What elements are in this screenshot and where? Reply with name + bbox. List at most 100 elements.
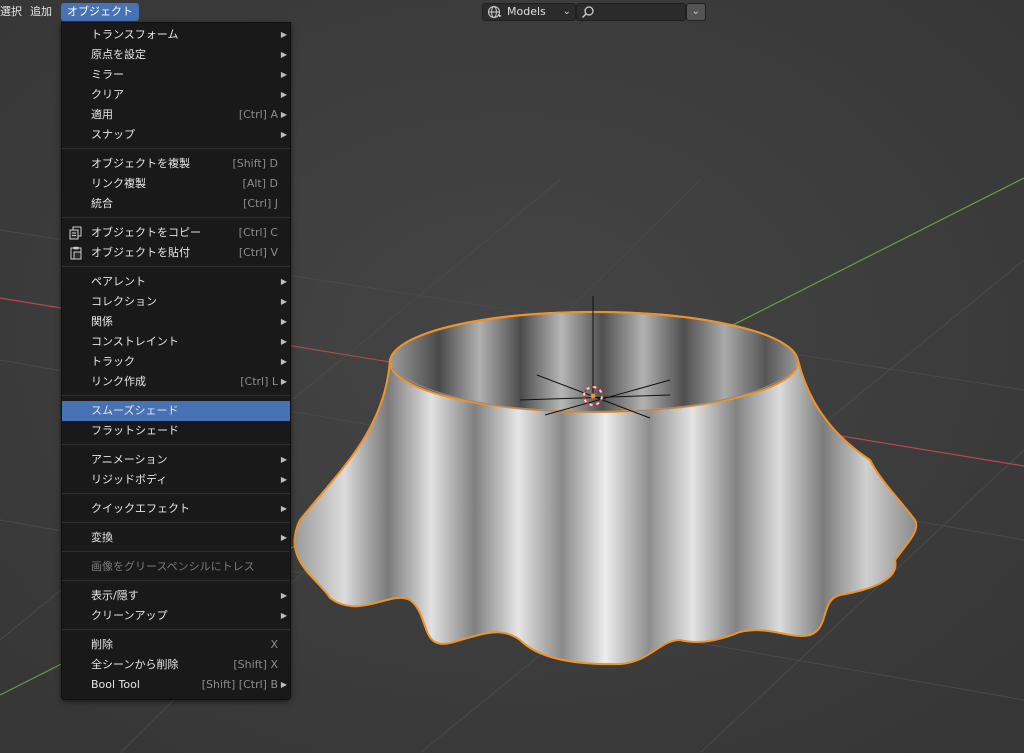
menu-item[interactable]: ペアレント ▶ bbox=[62, 272, 290, 292]
menu-item-label: トランスフォーム bbox=[91, 28, 179, 41]
menu-separator bbox=[62, 148, 290, 149]
menu-item-label: Bool Tool bbox=[91, 678, 140, 691]
menu-separator bbox=[62, 629, 290, 630]
menu-item-shortcut: X bbox=[270, 638, 278, 651]
submenu-arrow-icon: ▶ bbox=[280, 277, 287, 286]
menu-item-label: コレクション bbox=[91, 295, 157, 308]
submenu-arrow-icon: ▶ bbox=[280, 591, 287, 600]
submenu-arrow-icon: ▶ bbox=[280, 337, 287, 346]
menu-separator bbox=[62, 493, 290, 494]
submenu-arrow-icon: ▶ bbox=[280, 611, 287, 620]
menu-item[interactable]: Bool Tool [Shift] [Ctrl] B ▶ bbox=[62, 675, 290, 695]
menu-item-shortcut: [Shift] [Ctrl] B bbox=[201, 678, 278, 691]
menu-separator bbox=[62, 395, 290, 396]
menu-item-label: コンストレイント bbox=[91, 335, 179, 348]
menu-item-label: ペアレント bbox=[91, 275, 146, 288]
menu-item-label: 削除 bbox=[91, 638, 113, 651]
menu-item[interactable]: リジッドボディ ▶ bbox=[62, 470, 290, 490]
menu-item[interactable]: トラック ▶ bbox=[62, 352, 290, 372]
menu-item-label: 適用 bbox=[91, 108, 113, 121]
menu-item[interactable]: アニメーション ▶ bbox=[62, 450, 290, 470]
menu-item[interactable]: 変換 ▶ bbox=[62, 528, 290, 548]
menu-item-label: オブジェクトをコピー bbox=[91, 226, 201, 239]
submenu-arrow-icon: ▶ bbox=[280, 90, 287, 99]
menu-item-label: スナップ bbox=[91, 128, 135, 141]
menu-item[interactable]: リンク作成 [Ctrl] L ▶ bbox=[62, 372, 290, 392]
menu-item-label: 画像をグリースペンシルにトレス bbox=[91, 560, 255, 573]
menu-item[interactable]: オブジェクトを貼付 [Ctrl] V bbox=[62, 243, 290, 263]
menu-item-label: 統合 bbox=[91, 197, 113, 210]
menu-item-label: スムーズシェード bbox=[91, 404, 179, 417]
menu-item[interactable]: 削除 X bbox=[62, 635, 290, 655]
menu-item[interactable]: コレクション ▶ bbox=[62, 292, 290, 312]
submenu-arrow-icon: ▶ bbox=[280, 357, 287, 366]
object-menu: トランスフォーム ▶ 原点を設定 ▶ ミラー ▶ クリア ▶ 適用 [Ctrl] A ▶ スナップ ▶ オ… bbox=[61, 22, 291, 700]
menu-item-label: 表示/隠す bbox=[91, 589, 139, 602]
menu-item[interactable]: スムーズシェード bbox=[62, 401, 290, 421]
copy-icon bbox=[69, 226, 82, 240]
submenu-arrow-icon: ▶ bbox=[280, 70, 287, 79]
menu-item-label: オブジェクトを貼付 bbox=[91, 246, 190, 259]
menu-item-label: クイックエフェクト bbox=[91, 502, 190, 515]
chevron-down-icon: ⌄ bbox=[562, 6, 571, 17]
submenu-arrow-icon: ▶ bbox=[280, 110, 287, 119]
menu-item-label: リンク複製 bbox=[91, 177, 146, 190]
menu-item[interactable]: フラットシェード bbox=[62, 421, 290, 441]
menu-object[interactable]: オブジェクト bbox=[61, 3, 139, 21]
menu-item[interactable]: 原点を設定 ▶ bbox=[62, 45, 290, 65]
menu-item-label: 関係 bbox=[91, 315, 113, 328]
menu-item[interactable]: リンク複製 [Alt] D bbox=[62, 174, 290, 194]
search-icon bbox=[582, 6, 594, 18]
submenu-arrow-icon: ▶ bbox=[280, 297, 287, 306]
menu-item-label: 全シーンから削除 bbox=[91, 658, 179, 671]
menu-item[interactable]: 関係 ▶ bbox=[62, 312, 290, 332]
menu-item[interactable]: トランスフォーム ▶ bbox=[62, 25, 290, 45]
menu-item[interactable]: オブジェクトをコピー [Ctrl] C bbox=[62, 223, 290, 243]
search-dropdown-button[interactable]: ⌄ bbox=[686, 3, 706, 21]
menu-item[interactable]: 全シーンから削除 [Shift] X bbox=[62, 655, 290, 675]
menu-item-shortcut: [Shift] X bbox=[233, 658, 278, 671]
menu-item[interactable]: コンストレイント ▶ bbox=[62, 332, 290, 352]
menu-item-shortcut: [Alt] D bbox=[242, 177, 278, 190]
menu-item[interactable]: 表示/隠す ▶ bbox=[62, 586, 290, 606]
menu-separator bbox=[62, 551, 290, 552]
menu-item[interactable]: クリア ▶ bbox=[62, 85, 290, 105]
menu-item-shortcut: [Ctrl] V bbox=[238, 246, 278, 259]
menu-item-label: オブジェクトを複製 bbox=[91, 157, 190, 170]
menu-item[interactable]: クリーンアップ ▶ bbox=[62, 606, 290, 626]
menu-item-label: トラック bbox=[91, 355, 135, 368]
search-input[interactable] bbox=[576, 3, 686, 21]
menu-item-shortcut: [Ctrl] J bbox=[243, 197, 278, 210]
menu-separator bbox=[62, 580, 290, 581]
menu-item-label: クリーンアップ bbox=[91, 609, 168, 622]
menu-item-label: リンク作成 bbox=[91, 375, 146, 388]
menu-item[interactable]: 統合 [Ctrl] J bbox=[62, 194, 290, 214]
menu-item-label: フラットシェード bbox=[91, 424, 179, 437]
submenu-arrow-icon: ▶ bbox=[280, 50, 287, 59]
menu-item-shortcut: [Shift] D bbox=[232, 157, 278, 170]
menu-item-label: ミラー bbox=[91, 68, 124, 81]
menu-item[interactable]: ミラー ▶ bbox=[62, 65, 290, 85]
chevron-down-icon: ⌄ bbox=[691, 6, 700, 17]
submenu-arrow-icon: ▶ bbox=[280, 317, 287, 326]
menu-item-label: クリア bbox=[91, 88, 124, 101]
menu-item-shortcut: [Ctrl] L bbox=[240, 375, 278, 388]
menu-item[interactable]: クイックエフェクト ▶ bbox=[62, 499, 290, 519]
menu-item[interactable]: オブジェクトを複製 [Shift] D bbox=[62, 154, 290, 174]
menu-separator bbox=[62, 217, 290, 218]
submenu-arrow-icon: ▶ bbox=[280, 30, 287, 39]
menu-add[interactable]: 追加 bbox=[24, 3, 58, 21]
menu-item-shortcut: [Ctrl] C bbox=[238, 226, 278, 239]
menu-item-label: リジッドボディ bbox=[91, 473, 168, 486]
submenu-arrow-icon: ▶ bbox=[280, 377, 287, 386]
view-layer-select[interactable]: Models ⌄ bbox=[482, 3, 576, 21]
submenu-arrow-icon: ▶ bbox=[280, 455, 287, 464]
menu-item-label: 原点を設定 bbox=[91, 48, 146, 61]
menu-item[interactable]: スナップ ▶ bbox=[62, 125, 290, 145]
menu-separator bbox=[62, 266, 290, 267]
menu-item[interactable]: 適用 [Ctrl] A ▶ bbox=[62, 105, 290, 125]
submenu-arrow-icon: ▶ bbox=[280, 680, 287, 689]
submenu-arrow-icon: ▶ bbox=[280, 504, 287, 513]
submenu-arrow-icon: ▶ bbox=[280, 533, 287, 542]
menu-item: 画像をグリースペンシルにトレス bbox=[62, 557, 290, 577]
